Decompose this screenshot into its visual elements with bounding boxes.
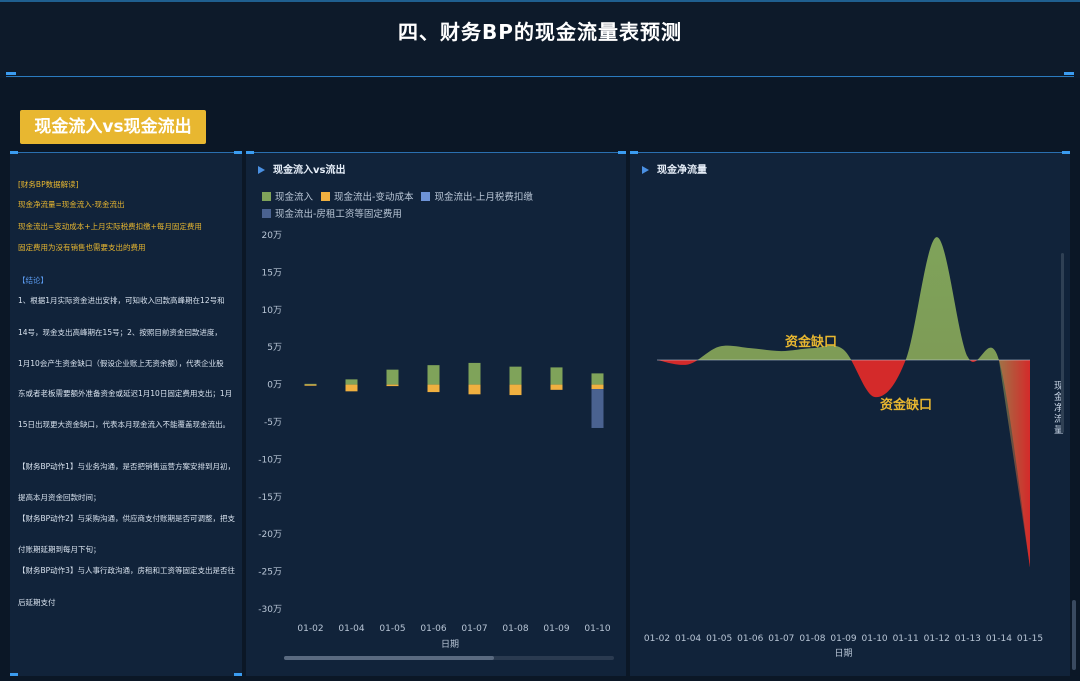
- y-tick-label: -5万: [264, 418, 282, 428]
- y-tick-label: 10万: [262, 306, 282, 316]
- x-tick-label: 01-13: [955, 634, 981, 644]
- area-chart-vertical-scroll[interactable]: [1061, 253, 1064, 433]
- analysis-line: 后延期支付: [18, 598, 56, 607]
- x-tick-label: 01-10: [584, 624, 610, 634]
- bar[interactable]: [427, 365, 440, 385]
- x-tick-label: 01-06: [420, 624, 446, 634]
- bar[interactable]: [386, 384, 399, 387]
- analysis-line: 1月10会产生资金缺口（假设企业账上无资余额），代表企业股: [18, 359, 224, 368]
- x-axis-name: 日期: [441, 639, 459, 650]
- x-tick-label: 01-04: [675, 634, 701, 644]
- bar-chart: 20万 15万 10万 5万 0万 -5万 -10万 -15万 -20万 -25万 -30万 01-0…: [258, 231, 611, 650]
- area-y-axis-name: 现金净流量: [1054, 381, 1064, 436]
- y-tick-label: 20万: [262, 231, 282, 241]
- x-tick-label: 01-10: [862, 634, 888, 644]
- header-divider: [6, 76, 1074, 77]
- y-tick-label: -20万: [258, 530, 282, 540]
- bar[interactable]: [427, 384, 440, 393]
- analysis-line: 提高本月资金回款时间；: [18, 493, 101, 502]
- bar[interactable]: [591, 373, 604, 385]
- analysis-line: 【财务BP动作1】与业务沟通，是否把销售运营方案安排到月初，: [18, 462, 235, 471]
- page-scrollbar[interactable]: [1072, 600, 1076, 670]
- x-tick-label: 01-04: [338, 624, 364, 634]
- x-tick-label: 01-02: [297, 624, 323, 634]
- net-flow-area-positive: [657, 237, 1030, 360]
- y-tick-label: 15万: [262, 268, 282, 278]
- analysis-line: 【结论】: [18, 276, 48, 285]
- header-corner-left: [6, 72, 16, 75]
- analysis-line: [财务BP数据解读]: [18, 180, 79, 189]
- x-tick-label: 01-08: [502, 624, 528, 634]
- bar[interactable]: [468, 384, 481, 395]
- bar[interactable]: [550, 367, 563, 385]
- y-tick-label: 5万: [267, 343, 282, 353]
- analysis-line: 15日出现更大资金缺口，代表本月现金流入不能覆盖现金流出。: [18, 420, 231, 429]
- cash-in-out-panel: 现金流入vs流出 现金流入 现金流出-变动成本 现金流出-上月税费扣缴 现金流出-房租…: [246, 151, 626, 676]
- y-tick-label: -30万: [258, 605, 282, 615]
- bar[interactable]: [509, 366, 522, 385]
- x-tick-label: 01-07: [461, 624, 487, 634]
- section-label: 现金流入vs现金流出: [20, 110, 206, 144]
- bar[interactable]: [386, 369, 399, 385]
- x-tick-label: 01-05: [706, 634, 732, 644]
- panel-corner: [10, 151, 18, 154]
- bar[interactable]: [468, 362, 481, 385]
- bar[interactable]: [509, 384, 522, 396]
- analysis-line: 固定费用为没有销售也需要支出的费用: [18, 243, 146, 252]
- x-tick-label: 01-02: [644, 634, 670, 644]
- x-tick-label: 01-09: [830, 634, 856, 644]
- analysis-line: 现金净流量=现金流入-现金流出: [18, 200, 125, 209]
- analysis-line: 【财务BP动作3】与人事行政沟通，房租和工资等固定支出是否往: [18, 566, 235, 575]
- net-flow-area-gap: [998, 360, 1030, 568]
- net-cash-flow-panel: 现金净流量 01-02 01-04 01-05 01-06 01-07 01-08 01-0…: [630, 151, 1070, 676]
- analysis-line: 1、根据1月实际资金进出安排，可知收入回款高峰期在12号和: [18, 296, 225, 305]
- x-axis-name: 日期: [834, 648, 852, 659]
- analysis-line: 【财务BP动作2】与采购沟通，供应商支付账期是否可调整，把支: [18, 514, 235, 523]
- page-title: 四、财务BP的现金流量表预测: [398, 20, 682, 44]
- header-top-line: [0, 0, 1080, 2]
- x-tick-label: 01-14: [986, 634, 1012, 644]
- bar[interactable]: [345, 379, 358, 385]
- area-chart: 01-02 01-04 01-05 01-06 01-07 01-08 01-09 01-10…: [644, 237, 1043, 659]
- panel-corner: [10, 673, 18, 676]
- bar[interactable]: [591, 384, 604, 390]
- y-tick-label: -25万: [258, 568, 282, 578]
- net-flow-area-negative: [657, 360, 1030, 568]
- x-tick-label: 01-06: [737, 634, 763, 644]
- bar-chart-zoom-scrollbar[interactable]: [284, 656, 614, 660]
- analysis-line: 14号，现金支出高峰期在15号；2、按照目前资金回款进度，: [18, 328, 222, 337]
- analysis-line: 付账期延期到每月下旬；: [18, 545, 101, 554]
- analysis-line: 现金流出=变动成本+上月实际税费扣缴+每月固定费用: [18, 222, 202, 231]
- y-tick-label: -10万: [258, 455, 282, 465]
- x-tick-label: 01-15: [1017, 634, 1043, 644]
- x-tick-label: 01-11: [893, 634, 919, 644]
- x-tick-label: 01-05: [379, 624, 405, 634]
- x-tick-label: 01-07: [768, 634, 794, 644]
- annotation-label: 资金缺口: [880, 397, 932, 413]
- x-tick-label: 01-12: [924, 634, 950, 644]
- analysis-panel: [财务BP数据解读] 现金净流量=现金流入-现金流出现金流出=变动成本+上月实际税…: [10, 151, 242, 676]
- panel-corner: [234, 673, 242, 676]
- bar[interactable]: [345, 384, 358, 392]
- scrollbar-thumb[interactable]: [284, 656, 494, 660]
- header-corner-right: [1064, 72, 1074, 75]
- x-tick-label: 01-08: [799, 634, 825, 644]
- annotation-label: 资金缺口: [785, 334, 837, 350]
- analysis-line: 东或者老板需要额外准备资金或延迟1月10日固定费用支出；1月: [18, 389, 233, 398]
- x-tick-label: 01-09: [543, 624, 569, 634]
- panel-corner: [234, 151, 242, 154]
- bar[interactable]: [304, 384, 317, 386]
- bar[interactable]: [591, 389, 604, 428]
- header: 四、财务BP的现金流量表预测: [0, 0, 1080, 78]
- bar[interactable]: [550, 384, 563, 390]
- y-tick-label: 0万: [267, 381, 282, 391]
- y-tick-label: -15万: [258, 493, 282, 503]
